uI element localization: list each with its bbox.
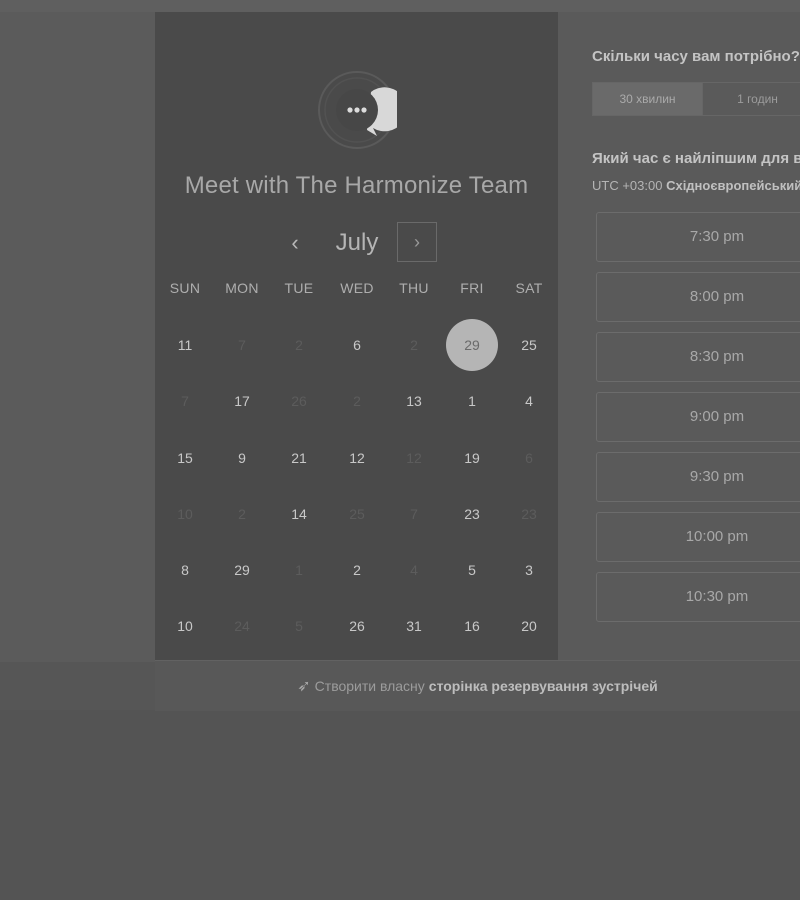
time-slot-label: 8:30 pm <box>689 348 745 365</box>
left-background-panel <box>0 12 155 662</box>
calendar-day[interactable]: 16 <box>446 600 498 652</box>
calendar-day[interactable]: 26 <box>331 600 383 652</box>
footer-booking-link[interactable]: сторінка резервування зустрічей <box>429 678 658 694</box>
calendar-day[interactable]: 10 <box>159 600 211 652</box>
weekday-label: THU <box>399 280 429 296</box>
month-label: July <box>335 229 379 256</box>
calendar-day: 23 <box>521 506 537 522</box>
calendar-day: 26 <box>291 393 307 409</box>
duration-tabs: 30 хвилин 1 годин <box>592 82 800 116</box>
calendar-day: 10 <box>177 506 193 522</box>
calendar-day[interactable]: 5 <box>446 544 498 596</box>
time-slot-button[interactable]: 10:30 pm <box>596 572 800 622</box>
month-navigation: ‹ July › <box>155 222 558 266</box>
calendar-day: 25 <box>349 506 365 522</box>
time-slot-button[interactable]: 7:30 pm <box>596 212 800 262</box>
calendar-day[interactable]: 6 <box>331 319 383 371</box>
calendar-day[interactable]: 25 <box>503 319 555 371</box>
calendar-day: 1 <box>295 562 303 578</box>
calendar-day[interactable]: 21 <box>273 432 325 484</box>
calendar-day[interactable]: 12 <box>331 432 383 484</box>
time-slot-button[interactable]: 8:30 pm <box>596 332 800 382</box>
calendar-day: 6 <box>525 450 533 466</box>
time-slot-label: 7:30 pm <box>689 228 745 245</box>
bottom-background <box>0 710 800 900</box>
calendar-day[interactable]: 11 <box>159 319 211 371</box>
time-slot-button[interactable]: 9:30 pm <box>596 452 800 502</box>
calendar-day[interactable]: 20 <box>503 600 555 652</box>
time-slot-label: 9:30 pm <box>689 468 745 485</box>
calendar-day: 12 <box>406 450 422 466</box>
calendar-day[interactable]: 9 <box>216 432 268 484</box>
time-slot-button[interactable]: 8:00 pm <box>596 272 800 322</box>
calendar-day[interactable]: 19 <box>446 432 498 484</box>
calendar-day[interactable]: 4 <box>503 375 555 427</box>
duration-tab-30-min[interactable]: 30 хвилин <box>593 83 703 115</box>
duration-question: Скільки часу вам потрібно? <box>592 48 800 65</box>
time-question: Який час є найліпшим для вас? <box>592 150 800 167</box>
calendar-day[interactable]: 2 <box>331 544 383 596</box>
calendar-day[interactable]: 1 <box>446 375 498 427</box>
chat-bubble-icon <box>317 70 407 150</box>
weekday-label: SUN <box>169 280 201 296</box>
weekday-label: FRI <box>460 280 484 296</box>
calendar-day: 7 <box>181 393 189 409</box>
timezone-line: UTC +03:00 Східноєвропейський час <box>592 178 800 193</box>
weekday-header: SUN MON TUE WED THU FRI SAT <box>155 280 558 300</box>
page-top-bar <box>0 0 800 12</box>
booking-panel: Скільки часу вам потрібно? 30 хвилин 1 г… <box>558 12 800 660</box>
calendar-day: 4 <box>410 562 418 578</box>
calendar-day[interactable]: 8 <box>159 544 211 596</box>
calendar-day: 24 <box>234 618 250 634</box>
weekday-label: SAT <box>515 280 543 296</box>
time-slot-label: 8:00 pm <box>689 288 745 305</box>
next-month-button[interactable]: › <box>397 222 437 262</box>
timezone-name[interactable]: Східноєвропейський час <box>666 178 800 193</box>
footer-lead-text: Створити власну <box>314 678 425 694</box>
calendar-day: 7 <box>410 506 418 522</box>
page-title: Meet with The Harmonize Team <box>184 172 529 199</box>
calendar-day: 5 <box>295 618 303 634</box>
calendar-day[interactable]: 23 <box>446 488 498 540</box>
weekday-label: WED <box>340 280 374 296</box>
calendar-panel: Meet with The Harmonize Team ‹ July › SU… <box>155 12 558 660</box>
weekday-label: MON <box>225 280 259 296</box>
sparkle-cursor-icon: ➶ <box>297 678 311 695</box>
time-slot-button[interactable]: 10:00 pm <box>596 512 800 562</box>
calendar-day: 2 <box>238 506 246 522</box>
calendar-day[interactable]: 14 <box>273 488 325 540</box>
time-slot-label: 10:00 pm <box>685 528 749 545</box>
calendar-day: 7 <box>238 337 246 353</box>
calendar-day[interactable]: 3 <box>503 544 555 596</box>
timezone-offset: UTC +03:00 <box>592 178 663 193</box>
calendar-day: 2 <box>410 337 418 353</box>
duration-tab-1-hour[interactable]: 1 годин <box>703 83 800 115</box>
time-slot-label: 9:00 pm <box>689 408 745 425</box>
calendar-day-selected[interactable]: 29 <box>446 319 498 371</box>
calendar-day: 2 <box>295 337 303 353</box>
calendar-day[interactable]: 13 <box>388 375 440 427</box>
calendar-day[interactable]: 15 <box>159 432 211 484</box>
calendar-day: 2 <box>353 393 361 409</box>
time-slot-button[interactable]: 9:00 pm <box>596 392 800 442</box>
weekday-label: TUE <box>284 280 314 296</box>
time-slot-label: 10:30 pm <box>685 588 749 605</box>
calendar-day[interactable]: 31 <box>388 600 440 652</box>
calendar-day[interactable]: 17 <box>216 375 268 427</box>
prev-month-button[interactable]: ‹ <box>283 224 307 262</box>
footer-bar: ➶ Створити власну сторінка резервування … <box>155 660 800 711</box>
calendar-day[interactable]: 29 <box>216 544 268 596</box>
